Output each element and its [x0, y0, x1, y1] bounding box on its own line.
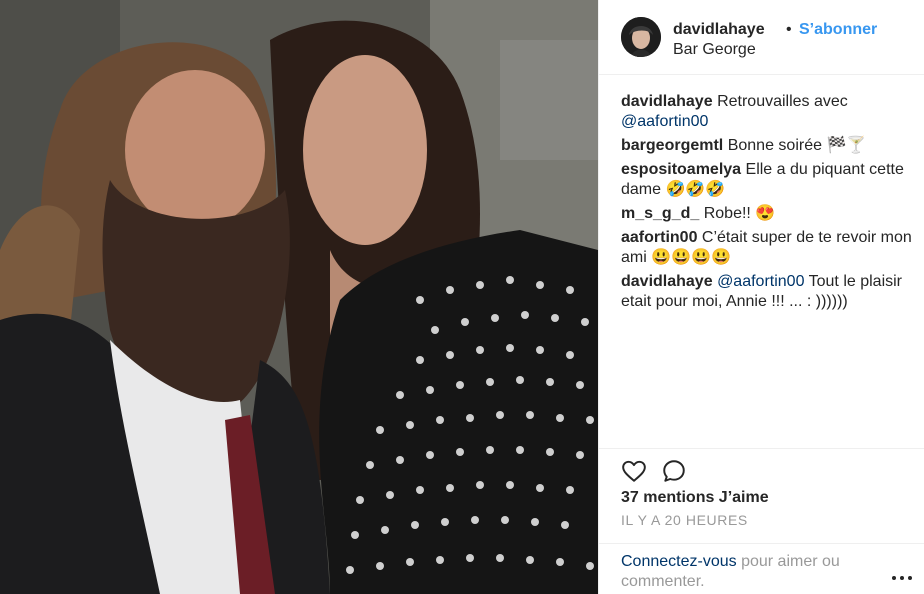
comment-username[interactable]: davidlahaye: [621, 93, 713, 110]
comment-item: m_s_g_d_ Robe!! 😍: [621, 204, 913, 224]
actions-divider: [599, 448, 924, 449]
post-photo[interactable]: [0, 0, 598, 594]
post-timestamp[interactable]: IL Y A 20 HEURES: [621, 512, 748, 528]
avatar[interactable]: [621, 17, 661, 57]
comment-item: davidlahaye Retrouvailles avec @aafortin…: [621, 92, 913, 132]
comment-username[interactable]: bargeorgemtl: [621, 137, 723, 154]
likes-count[interactable]: 37 mentions J’aime: [621, 489, 769, 507]
post-header: davidlahaye • S’abonner Bar George: [599, 0, 924, 75]
header-username[interactable]: davidlahaye: [673, 21, 765, 39]
comment-mention[interactable]: @aafortin00: [621, 113, 708, 130]
location-link[interactable]: Bar George: [673, 41, 756, 59]
comment-text: Bonne soirée 🏁🍸: [727, 137, 867, 154]
login-prompt: Connectez-vous pour aimer ou commenter.: [621, 552, 881, 592]
avatar-image: [621, 17, 661, 57]
header-separator: •: [786, 21, 792, 38]
comments-list: davidlahaye Retrouvailles avec @aafortin…: [621, 92, 913, 316]
login-link[interactable]: Connectez-vous: [621, 553, 737, 570]
comment-username[interactable]: espositoamelya: [621, 161, 741, 178]
comment-text: Robe!! 😍: [703, 205, 776, 222]
comment-username[interactable]: davidlahaye: [621, 273, 713, 290]
heart-icon: [622, 460, 646, 482]
more-options-icon: [892, 576, 912, 580]
comment-username[interactable]: m_s_g_d_: [621, 205, 699, 222]
login-divider: [599, 543, 924, 544]
photo-illustration: [0, 0, 598, 594]
post-sidebar: davidlahaye • S’abonner Bar George david…: [598, 0, 924, 594]
comment-username[interactable]: aafortin00: [621, 229, 697, 246]
more-options-button[interactable]: [889, 568, 915, 588]
like-button[interactable]: [621, 458, 647, 484]
comment-mention[interactable]: @aafortin00: [717, 273, 804, 290]
comment-item: aafortin00 C’était super de te revoir mo…: [621, 228, 913, 268]
comment-item: bargeorgemtl Bonne soirée 🏁🍸: [621, 136, 913, 156]
comment-icon: [663, 460, 685, 482]
comment-button[interactable]: [661, 458, 687, 484]
follow-button[interactable]: S’abonner: [799, 21, 877, 39]
comment-item: davidlahaye @aafortin00 Tout le plaisir …: [621, 272, 913, 312]
comment-item: espositoamelya Elle a du piquant cette d…: [621, 160, 913, 200]
comment-text: Retrouvailles avec: [717, 93, 848, 110]
